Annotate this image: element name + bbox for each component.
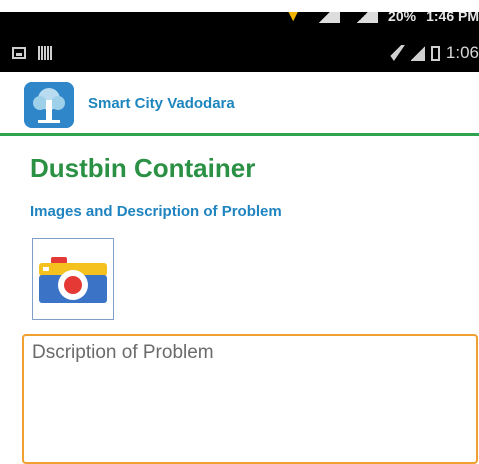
app-title: Smart City Vadodara [88,95,235,112]
page-title: Dustbin Container [30,153,256,183]
gallery-icon [12,47,26,59]
signal-icon-2 [350,12,379,23]
top-gap [0,0,479,12]
status-bar: 1:06 [0,34,479,72]
outer-clock: 1:46 PM [426,12,479,24]
battery-icon [430,45,440,61]
status-clock: 1:06 [445,43,479,62]
barcode-icon [38,46,52,60]
section-label: Images and Description of Problem [30,203,282,220]
camera-icon [39,257,107,303]
tree-logo-icon [24,82,74,128]
battery-percent: 20% [388,12,417,24]
description-input[interactable] [22,334,478,464]
wifi-icon [382,45,405,61]
cell-signal-icon [410,45,425,61]
signal-icon [312,12,341,23]
add-image-button[interactable] [32,238,114,320]
outer-status-bar: ▼ 20% 1:46 PM [0,12,479,34]
header-divider [0,133,479,136]
notification-v-icon: ▼ [284,12,303,25]
